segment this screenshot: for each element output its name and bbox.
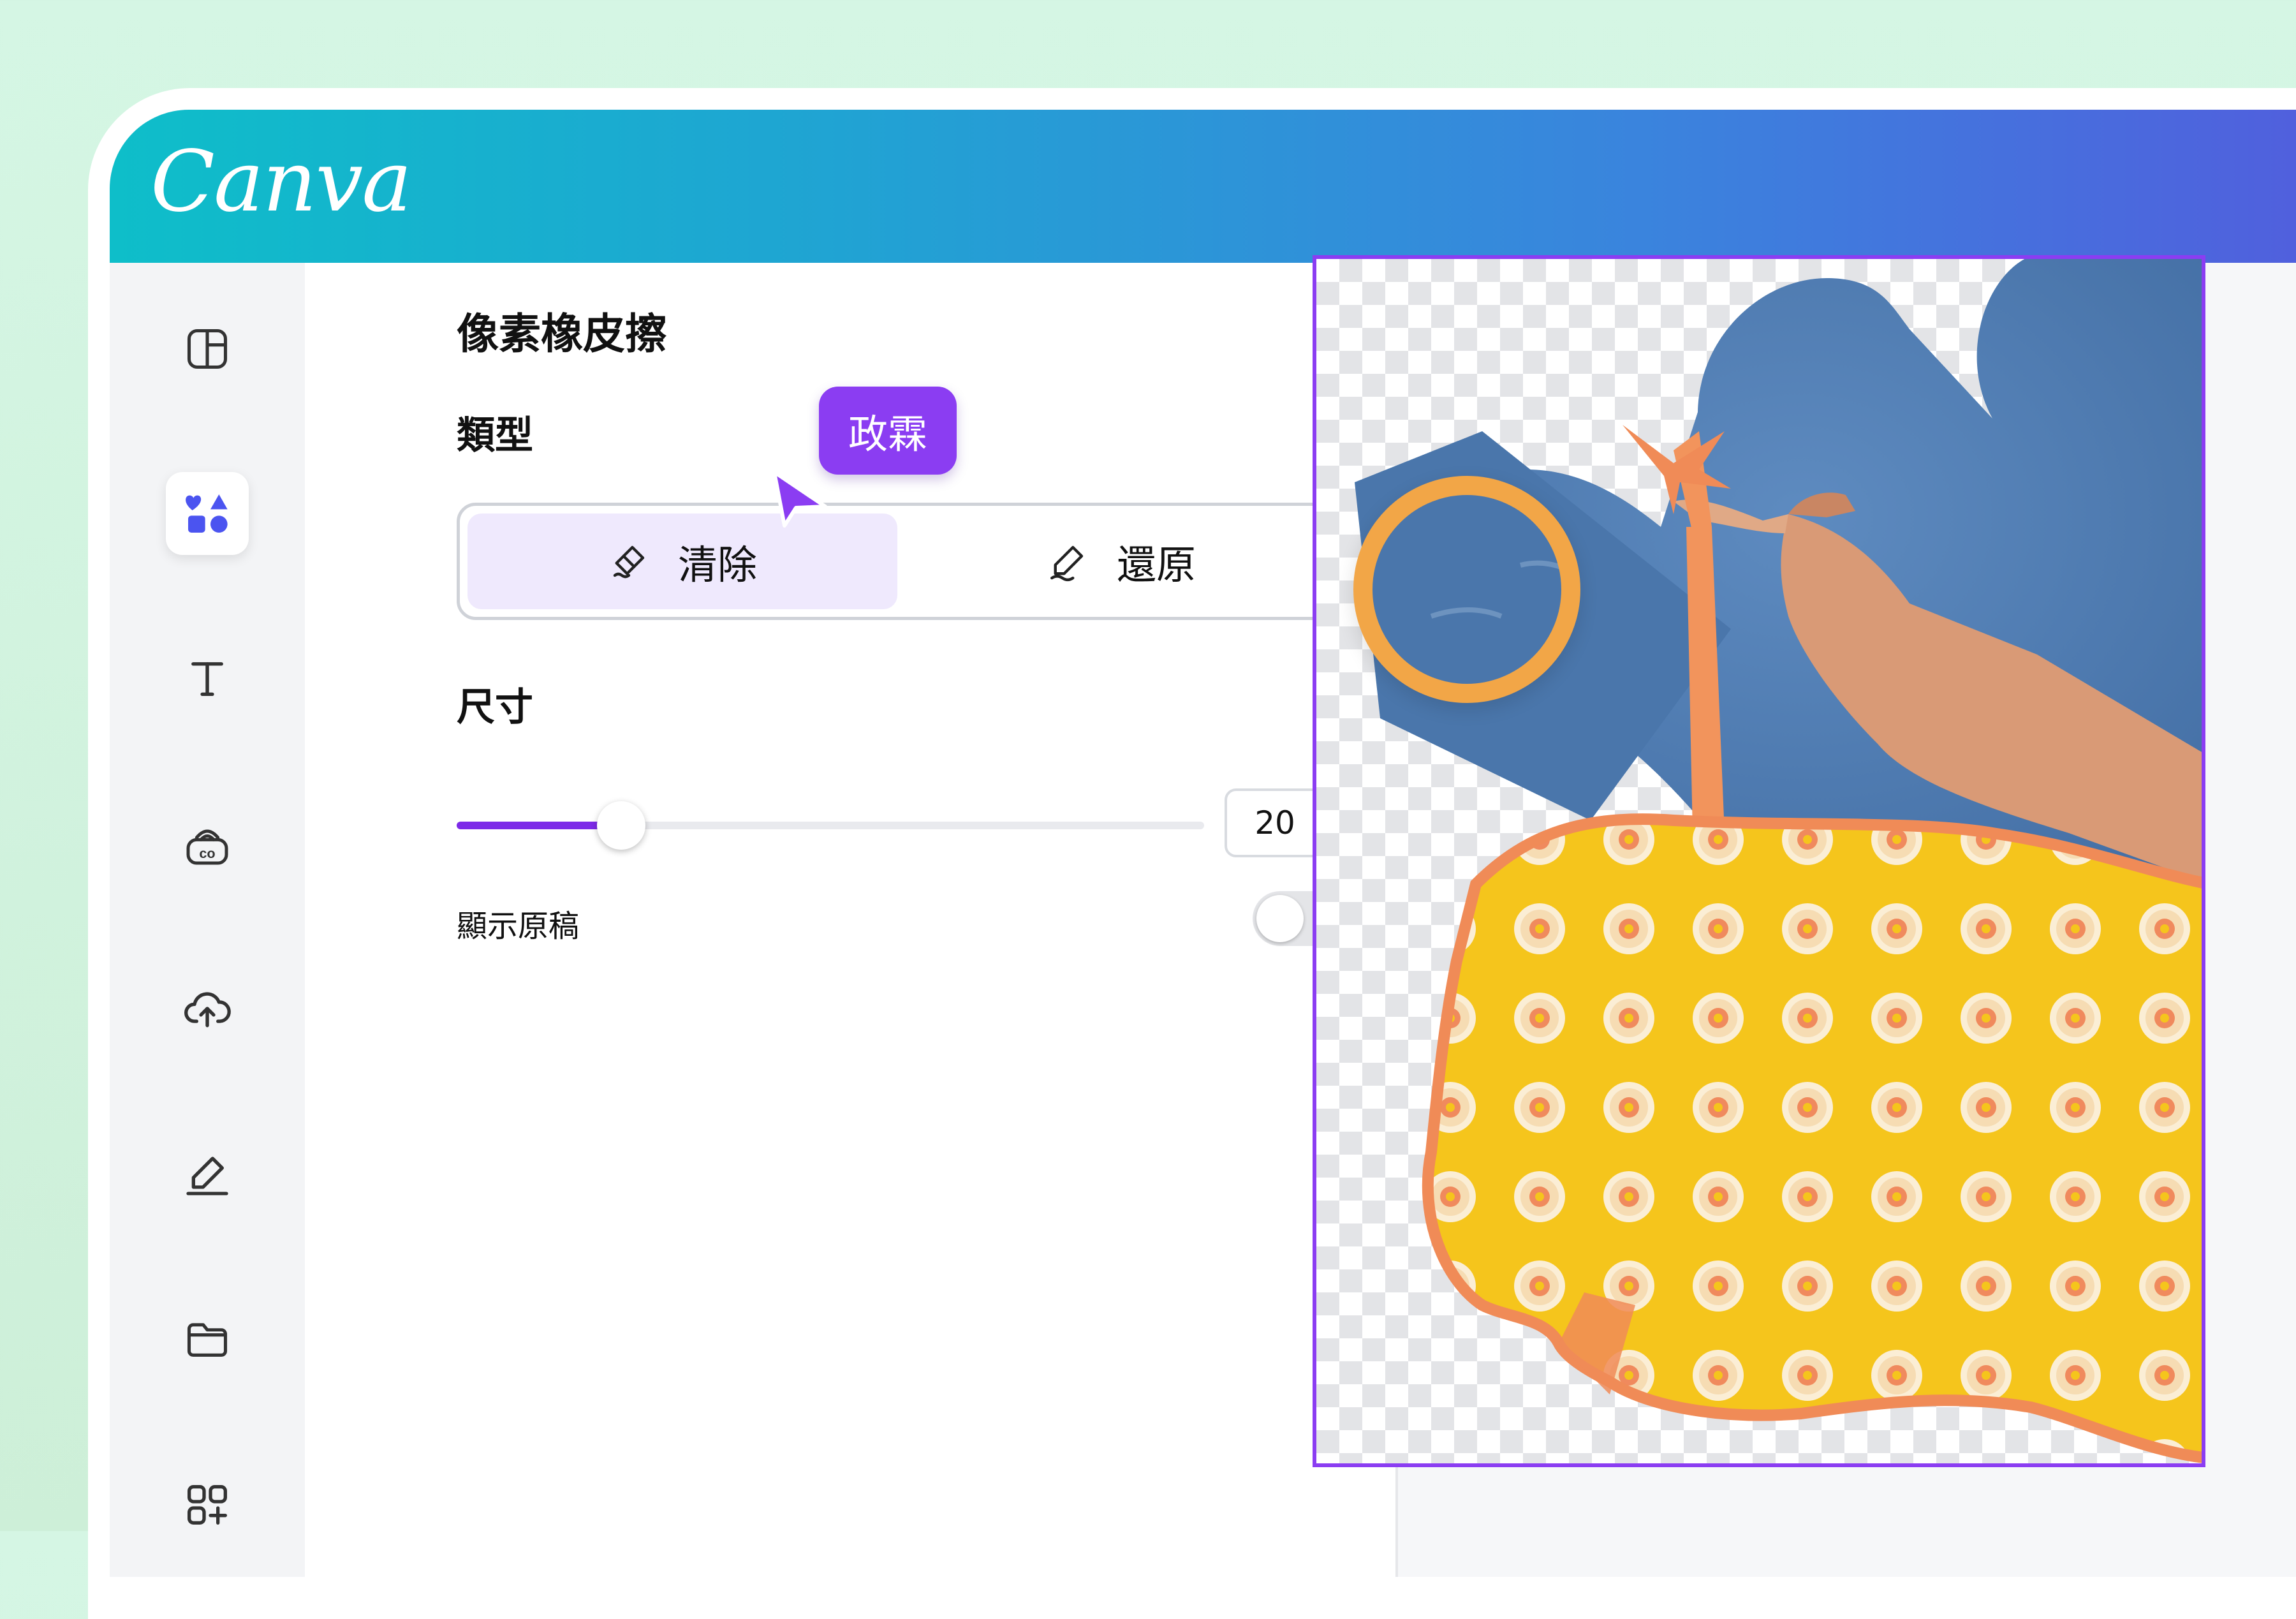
restore-brush-icon <box>1050 545 1084 582</box>
apps-icon <box>188 1485 228 1525</box>
eraser-icon <box>613 545 645 579</box>
size-slider-thumb[interactable] <box>596 801 645 850</box>
erase-label: 清除 <box>677 542 757 588</box>
size-slider[interactable] <box>457 801 1204 850</box>
upload-icon <box>184 992 231 1028</box>
collaborator-tag: 政霖 <box>819 387 957 475</box>
toggle-knob <box>1256 895 1304 942</box>
size-value-input[interactable]: 20 <box>1225 788 1325 857</box>
restore-button[interactable]: 還原 <box>906 514 1336 609</box>
pixel-eraser-panel: 像素橡皮擦 類型 清除 還原 尺寸 20 顯示原稿 政霖 <box>305 263 1398 1577</box>
upload-button[interactable] <box>166 967 249 1050</box>
brand-icon: co <box>186 829 228 865</box>
type-label: 類型 <box>457 413 533 458</box>
top-bar: Canva <box>110 110 2296 263</box>
elements-icon <box>186 494 228 533</box>
design-artboard[interactable] <box>1313 255 2205 1467</box>
layout-button[interactable] <box>166 307 249 390</box>
text-button[interactable] <box>166 637 249 720</box>
show-original-label: 顯示原稿 <box>457 908 580 944</box>
brand-button[interactable]: co <box>166 802 249 885</box>
layout-icon <box>187 329 228 369</box>
restore-label: 還原 <box>1116 542 1196 588</box>
draw-button[interactable] <box>166 1133 249 1216</box>
projects-button[interactable] <box>166 1297 249 1380</box>
type-segmented-control: 清除 還原 <box>457 503 1346 620</box>
svg-text:co: co <box>199 845 215 861</box>
crochet-top-photo <box>1355 259 2202 1463</box>
eraser-brush-cursor <box>1353 476 1580 703</box>
draw-icon <box>186 1157 228 1195</box>
canva-logo[interactable]: Canva <box>151 133 412 231</box>
apps-button[interactable] <box>166 1463 249 1546</box>
size-label: 尺寸 <box>457 685 533 730</box>
side-rail: co <box>110 263 305 1577</box>
text-icon <box>191 662 223 697</box>
panel-title: 像素橡皮擦 <box>457 309 667 359</box>
collaborator-cursor-icon <box>772 470 827 528</box>
folder-icon <box>187 1323 228 1357</box>
elements-button[interactable] <box>166 472 249 555</box>
